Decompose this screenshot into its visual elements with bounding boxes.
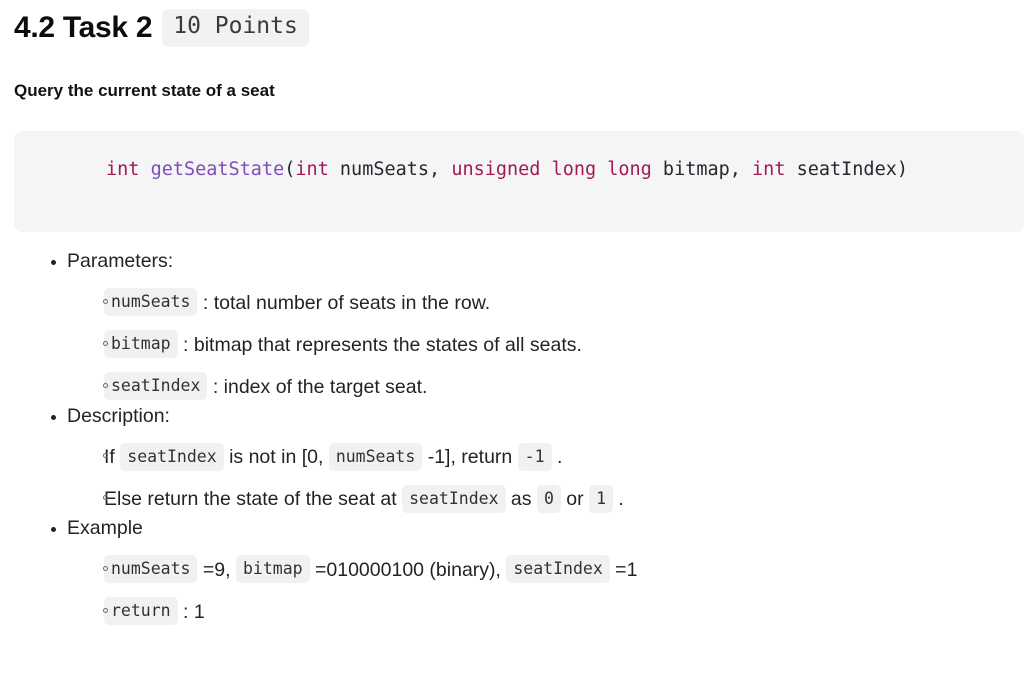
task-document-page: 4.2 Task 2 10 Points Query the current s… — [0, 0, 1024, 688]
code-token-keyword: int — [752, 159, 786, 180]
section-description: Description: If seatIndex is not in [0, n… — [0, 404, 1024, 520]
list-item: bitmap : bitmap that represents the stat… — [67, 323, 1024, 365]
item-text: : bitmap that represents the states of a… — [177, 333, 582, 356]
item-text: -1], return — [422, 445, 518, 468]
inline-code: return — [104, 597, 178, 626]
points-badge: 10 Points — [162, 9, 309, 47]
list-item: numSeats : total number of seats in the … — [67, 281, 1024, 323]
list-item: Else return the state of the seat at sea… — [67, 477, 1024, 519]
section-example: Example numSeats =9, bitmap =010000100 (b… — [0, 517, 1024, 632]
item-text: is not in [0, — [223, 445, 329, 468]
task-sections-list: Parameters: numSeats : total number of se… — [0, 250, 1024, 632]
code-token-function: getSeatState — [150, 159, 285, 180]
section-items: If seatIndex is not in [0, numSeats -1],… — [67, 435, 1024, 519]
code-signature-line: int getSeatState(int numSeats, unsigned … — [106, 159, 908, 180]
code-token-plain: seatIndex) — [785, 159, 908, 180]
item-text: =1 — [609, 558, 638, 581]
section-label: Description: — [67, 404, 170, 427]
inline-code: seatIndex — [104, 372, 208, 401]
code-token-keyword: int — [295, 159, 329, 180]
code-token-plain: numSeats, — [328, 159, 452, 180]
inline-code: numSeats — [104, 555, 198, 584]
task-subheading: Query the current state of a seat — [14, 81, 275, 100]
section-label: Example — [67, 517, 143, 539]
inline-code: seatIndex — [120, 442, 224, 471]
inline-code: 1 — [589, 484, 613, 513]
list-item: numSeats =9, bitmap =010000100 (binary),… — [67, 548, 1024, 590]
function-signature-code-block: int getSeatState(int numSeats, unsigned … — [14, 131, 1024, 232]
section-parameters: Parameters: numSeats : total number of se… — [0, 250, 1024, 407]
code-token-plain: ( — [284, 159, 296, 180]
item-text: : index of the target seat. — [207, 375, 428, 398]
inline-code: numSeats — [104, 288, 198, 317]
item-text: : total number of seats in the row. — [197, 291, 491, 314]
item-text: as — [505, 487, 537, 510]
inline-code: numSeats — [328, 442, 423, 471]
item-text: or — [560, 487, 590, 510]
inline-code: 0 — [536, 484, 561, 513]
list-item: return : 1 — [67, 590, 1024, 632]
task-heading: 4.2 Task 2 10 Points — [0, 0, 1024, 56]
code-token-keyword: unsigned long long — [451, 159, 652, 180]
code-token-keyword: int — [106, 159, 140, 180]
item-text: . — [551, 445, 563, 468]
inline-code: seatIndex — [402, 484, 506, 513]
page-title: 4.2 Task 2 — [14, 11, 153, 44]
item-text: Else return the state of the seat at — [104, 487, 403, 510]
item-text: =010000100 (binary), — [309, 558, 507, 581]
item-text: If — [104, 445, 121, 468]
inline-code: -1 — [517, 442, 552, 471]
section-items: numSeats : total number of seats in the … — [67, 281, 1024, 407]
section-label: Parameters: — [67, 250, 174, 272]
inline-code: bitmap — [235, 555, 310, 584]
inline-code: seatIndex — [506, 555, 610, 584]
section-items: numSeats =9, bitmap =010000100 (binary),… — [67, 548, 1024, 632]
inline-code: bitmap — [104, 330, 178, 359]
code-token-plain: bitmap, — [651, 159, 753, 180]
list-item: seatIndex : index of the target seat. — [67, 365, 1024, 407]
item-text: =9, — [197, 558, 236, 581]
item-text: : 1 — [177, 600, 205, 623]
list-item: If seatIndex is not in [0, numSeats -1],… — [67, 435, 1024, 477]
item-text: . — [613, 487, 624, 510]
